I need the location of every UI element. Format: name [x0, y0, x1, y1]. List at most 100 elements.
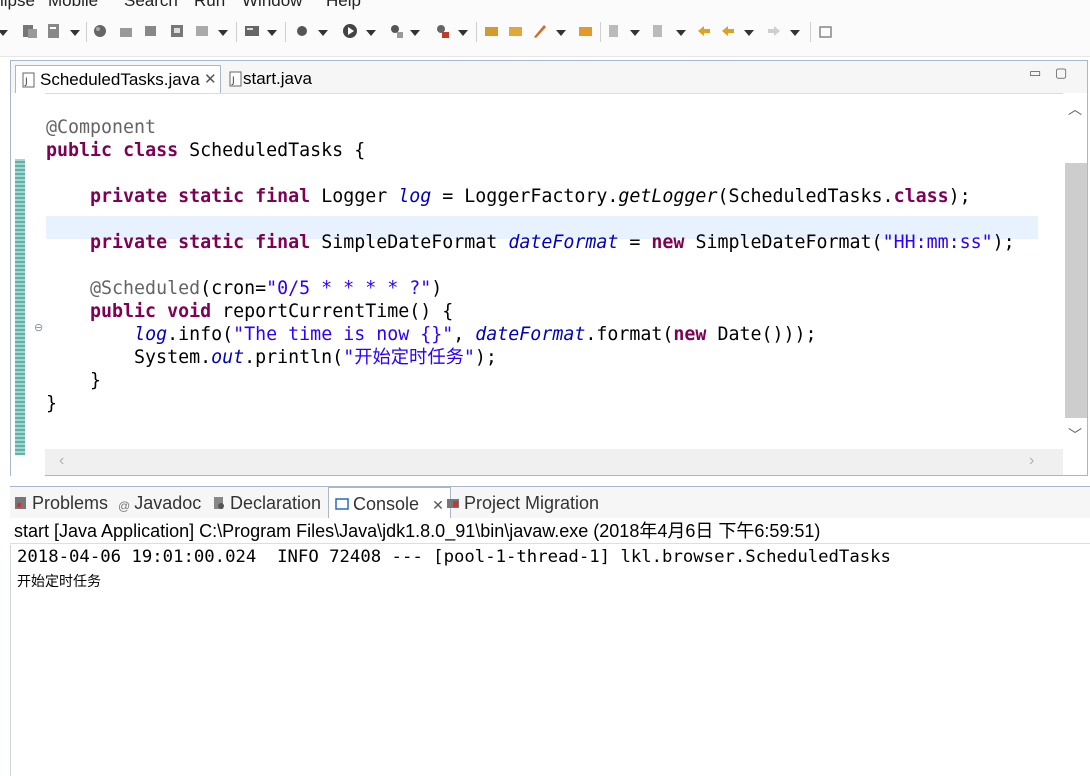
- close-icon[interactable]: ✕: [204, 66, 217, 94]
- close-icon[interactable]: ✕: [432, 497, 444, 513]
- menu-help[interactable]: Help: [326, 0, 361, 11]
- code-line[interactable]: System.out.println("开始定时任务");: [46, 346, 497, 369]
- code-token: "0/5 * * * * ?": [266, 278, 432, 299]
- tab-scheduledtasks-java[interactable]: J ScheduledTasks.java ✕: [15, 65, 221, 93]
- dropdown-arrow-icon[interactable]: [366, 30, 376, 36]
- scrollbar-thumb[interactable]: [1065, 163, 1087, 418]
- build-icon[interactable]: [118, 23, 134, 39]
- menu-mobile[interactable]: Mobile: [48, 0, 98, 11]
- menu-eclipse[interactable]: lipse: [0, 0, 35, 11]
- debug-icon[interactable]: [294, 23, 310, 39]
- open-folder-icon[interactable]: [508, 23, 524, 39]
- terminal-icon[interactable]: [244, 23, 260, 39]
- maximize-icon[interactable]: ▢: [1055, 65, 1067, 81]
- code-token: log: [134, 324, 168, 345]
- tab-label: Javadoc: [134, 493, 202, 513]
- external-tools-icon[interactable]: [434, 23, 450, 39]
- code-token: final: [255, 232, 311, 253]
- code-token: .format(: [585, 324, 674, 345]
- next-annotation-icon[interactable]: [606, 23, 622, 39]
- prev-annotation-icon[interactable]: [650, 23, 666, 39]
- code-line[interactable]: public class ScheduledTasks {: [46, 139, 365, 162]
- dropdown-arrow-icon[interactable]: [70, 30, 80, 36]
- run-icon[interactable]: [342, 23, 358, 39]
- code-line[interactable]: import java.text.SimpleDateFormat;: [46, 93, 420, 95]
- search-folder-icon[interactable]: [578, 23, 594, 39]
- code-line[interactable]: private static final SimpleDateFormat da…: [46, 231, 1015, 254]
- code-token: class: [123, 140, 179, 161]
- code-line[interactable]: }: [46, 369, 101, 392]
- code-line[interactable]: }: [46, 392, 57, 415]
- code-token: private: [90, 232, 168, 253]
- code-token: ,: [453, 324, 476, 345]
- tab-console[interactable]: Console ✕: [328, 487, 451, 519]
- tab-problems[interactable]: Problems: [14, 487, 108, 519]
- server-icon[interactable]: [194, 23, 210, 39]
- console-process-header: start [Java Application] C:\Program File…: [10, 518, 1090, 544]
- dropdown-arrow-icon[interactable]: [318, 30, 328, 36]
- scroll-right-icon[interactable]: ›: [1029, 452, 1034, 470]
- new-project-icon[interactable]: [22, 23, 38, 39]
- dropdown-arrow-icon[interactable]: [0, 30, 8, 36]
- forward-icon[interactable]: [766, 23, 782, 39]
- package-icon[interactable]: [143, 23, 159, 39]
- dropdown-arrow-icon[interactable]: [790, 30, 800, 36]
- vertical-scrollbar[interactable]: ︿ ﹀: [1063, 93, 1087, 448]
- scroll-up-icon[interactable]: ︿: [1068, 99, 1082, 119]
- code-token: }: [46, 370, 102, 391]
- globe-icon[interactable]: [92, 23, 108, 39]
- code-token: SimpleDateFormat: [310, 232, 509, 253]
- dropdown-arrow-icon[interactable]: [458, 30, 468, 36]
- tab-start-java[interactable]: J start.java: [223, 65, 333, 93]
- dropdown-arrow-icon[interactable]: [744, 30, 754, 36]
- java-file-icon: J: [229, 71, 242, 87]
- migration-icon: [447, 499, 459, 508]
- pin-editor-icon[interactable]: [818, 23, 834, 39]
- dropdown-arrow-icon[interactable]: [676, 30, 686, 36]
- back-icon[interactable]: [720, 23, 736, 39]
- code-line[interactable]: public void reportCurrentTime() {: [46, 300, 453, 323]
- tab-label: ScheduledTasks.java: [40, 70, 200, 89]
- code-token: public: [46, 140, 113, 161]
- horizontal-scrollbar[interactable]: ‹ ›: [45, 449, 1063, 475]
- new-file-icon[interactable]: [46, 23, 62, 39]
- dropdown-arrow-icon[interactable]: [218, 30, 228, 36]
- scroll-left-icon[interactable]: ‹: [59, 452, 64, 470]
- menu-window[interactable]: Window: [242, 0, 302, 11]
- scroll-down-icon[interactable]: ﹀: [1068, 425, 1082, 445]
- last-edit-icon[interactable]: [696, 23, 712, 39]
- menu-search[interactable]: Search: [124, 0, 178, 11]
- code-token: static: [178, 232, 245, 253]
- tab-label: start.java: [243, 69, 312, 88]
- dropdown-arrow-icon[interactable]: [630, 30, 640, 36]
- menu-run[interactable]: Run: [194, 0, 225, 11]
- code-line[interactable]: @Component: [46, 116, 156, 139]
- tab-javadoc[interactable]: @ Javadoc: [118, 487, 201, 519]
- code-line[interactable]: @Scheduled(cron="0/5 * * * * ?"): [46, 277, 442, 300]
- console-output[interactable]: 2018-04-06 19:01:00.024 INFO 72408 --- […: [10, 545, 1090, 776]
- open-type-icon[interactable]: [484, 23, 500, 39]
- code-line[interactable]: log.info("The time is now {}", dateForma…: [46, 323, 816, 346]
- fold-collapse-icon[interactable]: ⊖: [34, 321, 43, 334]
- code-token: new: [673, 324, 707, 345]
- coverage-icon[interactable]: [388, 23, 404, 39]
- dropdown-arrow-icon[interactable]: [267, 30, 277, 36]
- pen-icon[interactable]: [532, 23, 548, 39]
- minimize-icon[interactable]: ▭: [1029, 65, 1041, 81]
- code-token: new: [651, 232, 685, 253]
- tab-declaration[interactable]: Declaration: [212, 487, 321, 519]
- code-token: out: [211, 347, 245, 368]
- code-line[interactable]: private static final Logger log = Logger…: [46, 185, 971, 208]
- dropdown-arrow-icon[interactable]: [556, 30, 566, 36]
- tab-label: Problems: [32, 493, 109, 513]
- code-editor[interactable]: import java.text.SimpleDateFormat; @Compo…: [46, 93, 1038, 448]
- wizard-icon[interactable]: [170, 23, 186, 39]
- tab-project-migration[interactable]: Project Migration: [446, 487, 599, 519]
- dropdown-arrow-icon[interactable]: [410, 30, 420, 36]
